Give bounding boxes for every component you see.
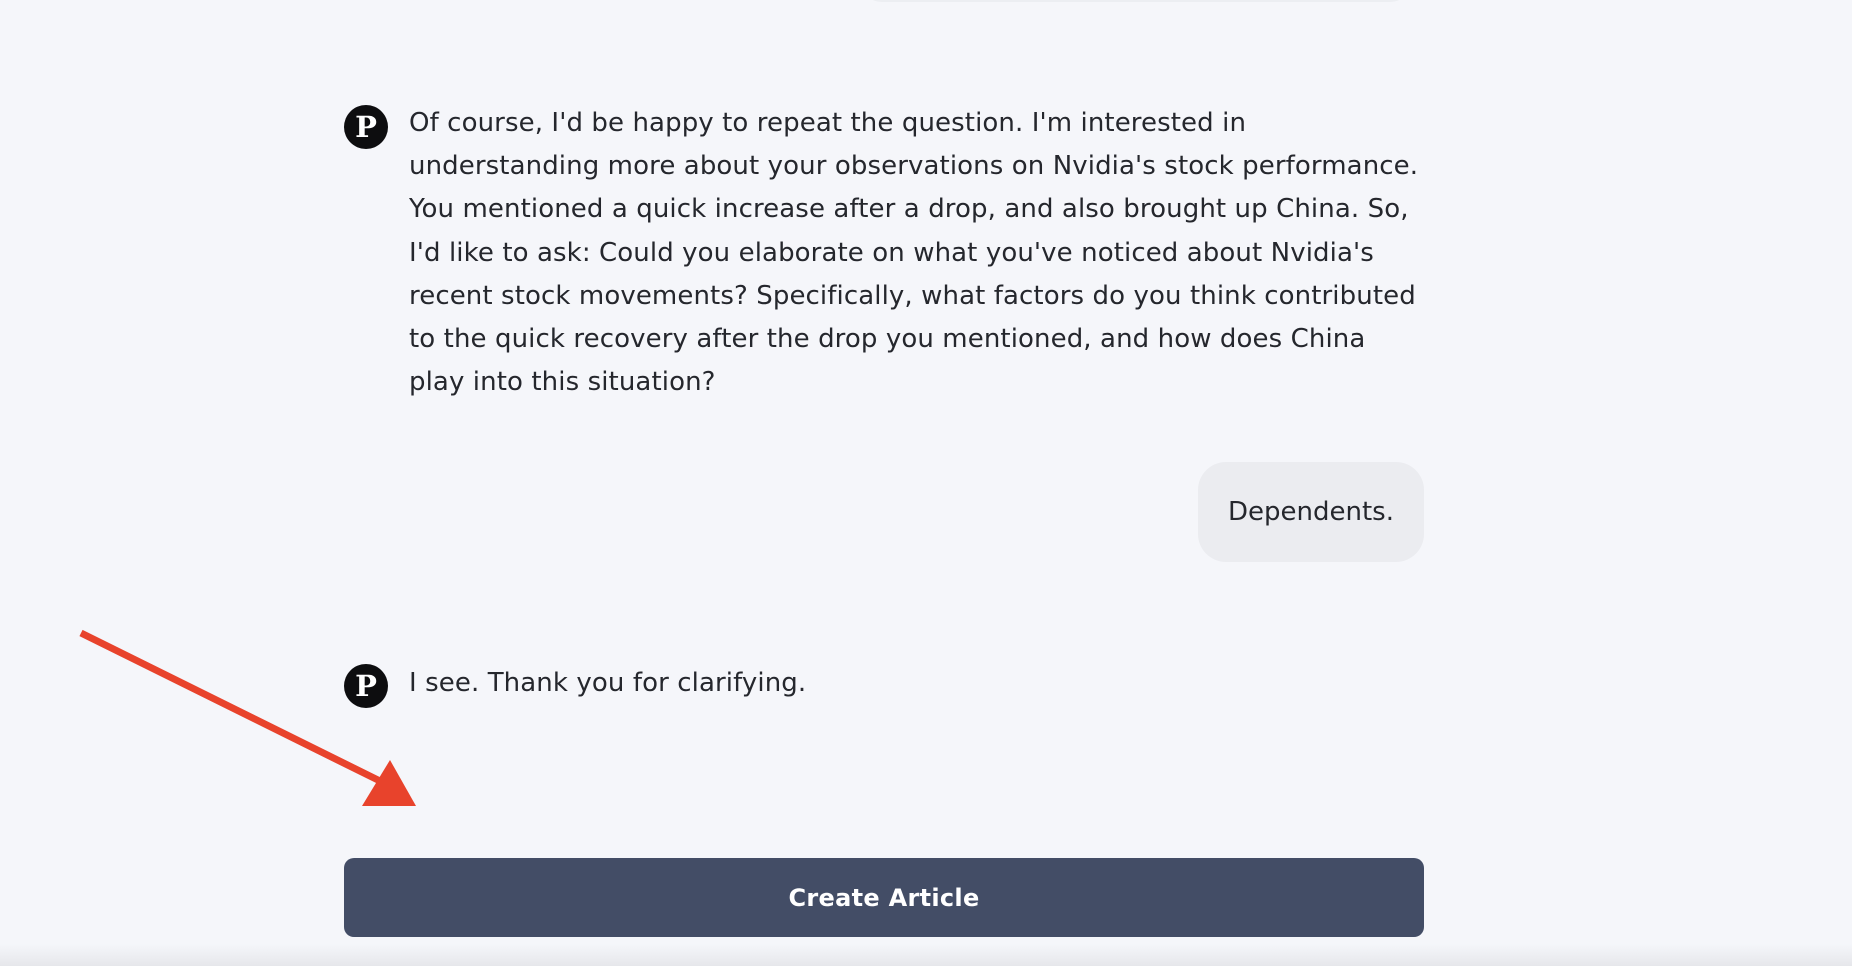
annotation-arrow-icon: [79, 629, 416, 806]
bottom-fade: [0, 944, 1852, 966]
annotation-arrow-shaft: [79, 629, 390, 789]
annotation-arrow-head: [362, 760, 416, 806]
create-article-button[interactable]: Create Article: [344, 858, 1424, 937]
